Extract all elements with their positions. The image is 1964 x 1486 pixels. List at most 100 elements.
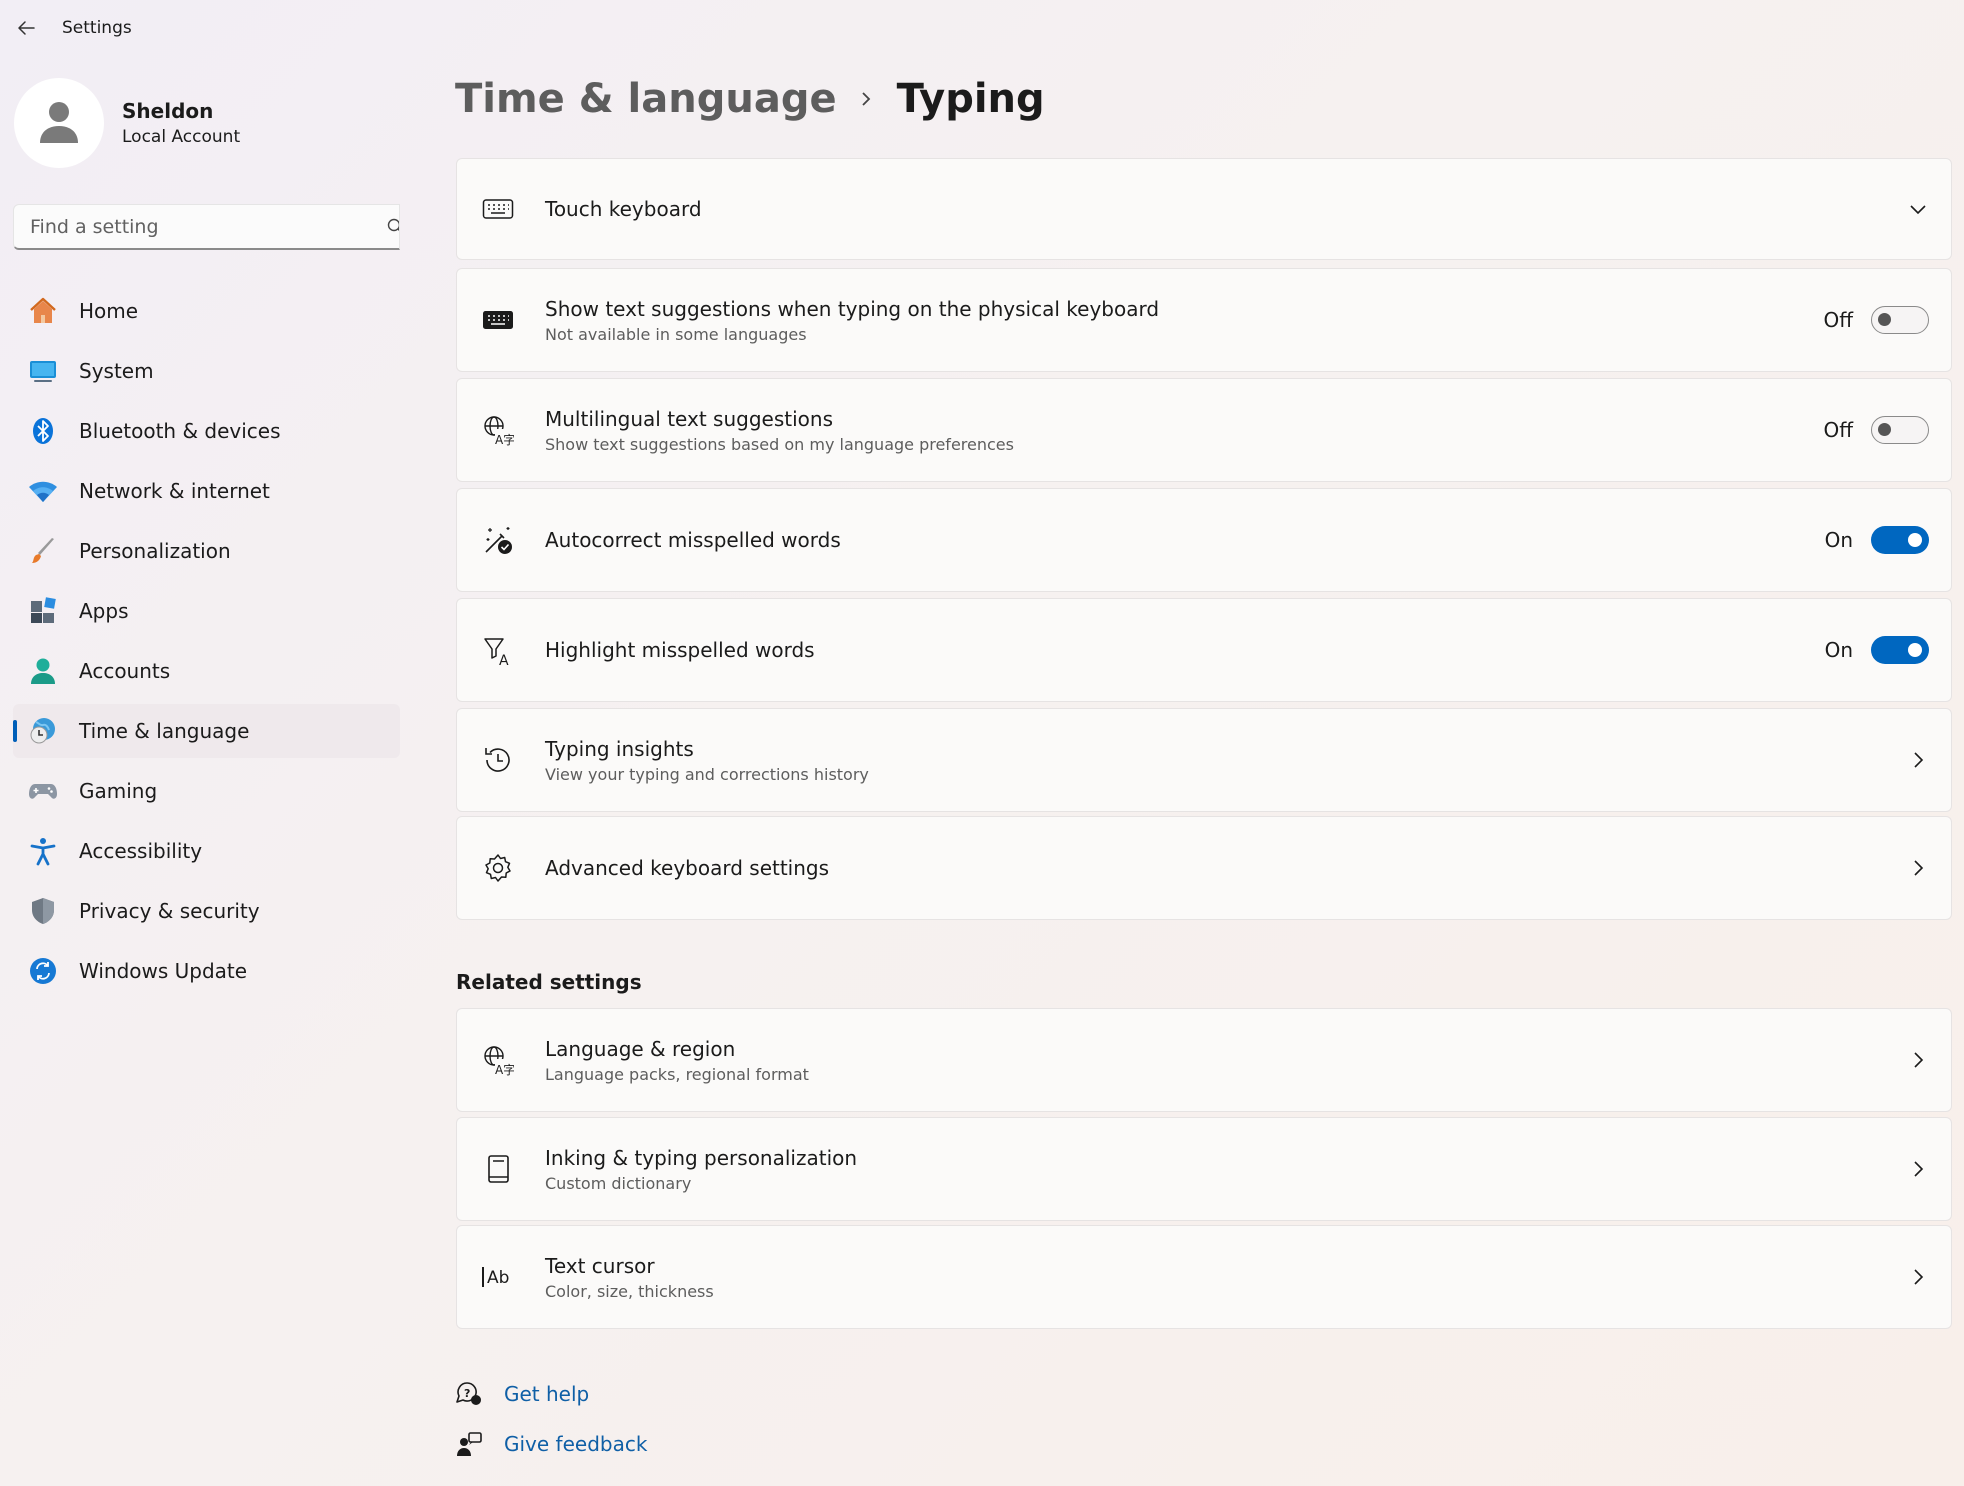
sidebar-item-personalization[interactable]: Personalization [13,524,400,578]
sidebar-nav: Home System Bluetooth & devices Network … [13,284,400,1004]
svg-text:A字: A字 [495,1062,514,1076]
chevron-right-icon [859,90,873,108]
user-profile[interactable]: Sheldon Local Account [14,78,240,168]
apps-icon [28,596,58,626]
chevron-right-icon[interactable] [1907,1266,1929,1288]
setting-advanced-keyboard[interactable]: Advanced keyboard settings [456,816,1952,920]
toggle-state-label: Off [1823,308,1853,332]
sidebar-item-label: Privacy & security [79,899,260,923]
brush-icon [28,536,58,566]
give-feedback-link[interactable]: Give feedback [454,1429,647,1459]
update-icon [28,956,58,986]
setting-description: View your typing and corrections history [545,764,869,784]
related-settings-heading: Related settings [456,970,642,994]
sidebar-item-gaming[interactable]: Gaming [13,764,400,818]
setting-title: Autocorrect misspelled words [545,528,841,552]
language-icon: A字 [481,1043,515,1077]
avatar [14,78,104,168]
app-title: Settings [62,18,132,38]
gamepad-icon [28,776,58,806]
accessibility-icon [28,836,58,866]
text-suggestions-toggle[interactable] [1871,306,1929,334]
chevron-right-icon[interactable] [1907,749,1929,771]
setting-title: Highlight misspelled words [545,638,815,662]
sidebar-item-label: Apps [79,599,129,623]
related-language-region[interactable]: A字 Language & region Language packs, reg… [456,1008,1952,1112]
sidebar-item-accounts[interactable]: Accounts [13,644,400,698]
sidebar-item-label: Personalization [79,539,231,563]
accounts-icon [28,656,58,686]
text-cursor-glyph: Ab [487,1268,509,1288]
svg-text:A: A [499,653,509,666]
sidebar-item-system[interactable]: System [13,344,400,398]
breadcrumb-parent[interactable]: Time & language [455,76,837,122]
home-icon [28,296,58,326]
get-help-label[interactable]: Get help [504,1382,589,1406]
gear-icon [481,851,515,885]
setting-title: Text cursor [545,1253,655,1278]
toggle-state-label: On [1824,528,1853,552]
autocorrect-toggle[interactable] [1871,526,1929,554]
chevron-right-icon[interactable] [1907,1049,1929,1071]
time-language-icon [28,716,58,746]
setting-description: Show text suggestions based on my langua… [545,434,1014,454]
sidebar-item-label: Windows Update [79,959,248,983]
sidebar-item-label: Gaming [79,779,158,803]
breadcrumb: Time & language Typing [455,76,1045,122]
sidebar-item-bluetooth[interactable]: Bluetooth & devices [13,404,400,458]
chevron-down-icon[interactable] [1907,198,1929,220]
setting-typing-insights[interactable]: Typing insights View your typing and cor… [456,708,1952,812]
related-inking-typing[interactable]: Inking & typing personalization Custom d… [456,1117,1952,1221]
chevron-right-icon[interactable] [1907,1158,1929,1180]
setting-autocorrect: Autocorrect misspelled words On [456,488,1952,592]
back-arrow-icon [18,21,35,35]
setting-text-suggestions: Show text suggestions when typing on the… [456,268,1952,372]
sidebar-item-label: Home [79,299,139,323]
highlight-misspelled-toggle[interactable] [1871,636,1929,664]
sidebar-item-home[interactable]: Home [13,284,400,338]
setting-title: Inking & typing personalization [545,1145,858,1170]
sidebar-item-accessibility[interactable]: Accessibility [13,824,400,878]
autocorrect-icon [481,523,515,557]
sidebar-item-privacy[interactable]: Privacy & security [13,884,400,938]
language-icon: A字 [481,413,515,447]
feedback-icon [454,1429,484,1459]
back-button[interactable] [10,12,42,44]
setting-title: Language & region [545,1036,736,1061]
search-icon[interactable] [387,218,400,236]
sidebar-item-label: System [79,359,154,383]
sidebar-item-windows-update[interactable]: Windows Update [13,944,400,998]
highlight-spelling-icon: A [481,633,515,667]
setting-title: Advanced keyboard settings [545,856,830,880]
page-title: Typing [896,76,1045,122]
give-feedback-label[interactable]: Give feedback [504,1432,647,1456]
dictionary-icon [481,1152,515,1186]
setting-description: Language packs, regional format [545,1064,809,1084]
multilingual-suggestions-toggle[interactable] [1871,416,1929,444]
sidebar-item-network[interactable]: Network & internet [13,464,400,518]
setting-highlight-misspelled: A Highlight misspelled words On [456,598,1952,702]
history-icon [481,743,515,777]
setting-description: Custom dictionary [545,1173,692,1193]
sidebar-item-label: Network & internet [79,479,270,503]
person-icon [40,102,78,143]
profile-name: Sheldon [122,99,214,123]
sidebar-item-time-language[interactable]: Time & language [13,704,400,758]
title-bar: Settings [0,0,1964,56]
toggle-state-label: Off [1823,418,1853,442]
get-help-link[interactable]: ? Get help [454,1379,589,1409]
search-input[interactable] [14,214,392,239]
sidebar-item-apps[interactable]: Apps [13,584,400,638]
related-text-cursor[interactable]: Ab Text cursor Color, size, thickness [456,1225,1952,1329]
setting-title: Multilingual text suggestions [545,406,833,431]
setting-touch-keyboard[interactable]: Touch keyboard [456,158,1952,260]
text-cursor-icon: Ab [481,1260,515,1294]
setting-description: Not available in some languages [545,324,807,344]
setting-title: Show text suggestions when typing on the… [545,296,1160,321]
wifi-icon [28,476,58,506]
help-icon: ? [454,1379,484,1409]
search-box[interactable] [13,204,400,250]
sidebar-item-label: Time & language [79,719,250,743]
setting-title: Touch keyboard [545,197,702,221]
chevron-right-icon[interactable] [1907,857,1929,879]
